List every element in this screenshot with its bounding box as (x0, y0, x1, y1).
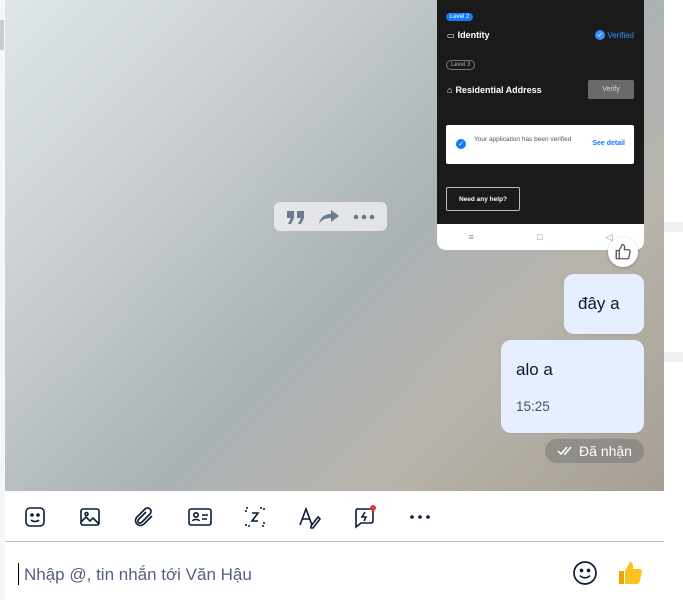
home-icon: ⌂ (447, 85, 453, 95)
image-icon[interactable] (76, 503, 104, 531)
like-reaction-button[interactable] (608, 237, 638, 267)
image-message[interactable]: Level 2 ▭ Identity ✓ Verified Level 3 ⌂ Re… (437, 0, 644, 250)
composer-toolbar (5, 491, 664, 542)
resize-handle[interactable] (0, 20, 4, 50)
verify-button: Verify (588, 80, 634, 99)
address-row: ⌂ Residential Address (447, 85, 542, 95)
attachment-icon[interactable] (130, 503, 158, 531)
quick-message-icon[interactable] (351, 503, 379, 531)
more-icon[interactable] (353, 214, 375, 220)
text-format-icon[interactable] (296, 503, 324, 531)
message-text: alo a (516, 360, 553, 379)
like-icon (615, 243, 631, 260)
forward-icon[interactable] (318, 209, 340, 225)
address-label: Residential Address (455, 85, 542, 95)
menu-icon: ≡ (468, 232, 474, 242)
status-label: Đã nhận (579, 443, 632, 459)
thumbs-up-icon[interactable] (614, 557, 646, 589)
check-icon: ✓ (595, 30, 606, 40)
identity-label: Identity (457, 30, 490, 40)
check-icon: ✓ (456, 139, 466, 149)
identity-row: ▭ Identity (447, 30, 490, 40)
verified-label: Verified (607, 30, 634, 40)
message-input[interactable] (22, 560, 546, 590)
screenshot-icon[interactable] (241, 503, 269, 531)
notice-text: Your application has been verified (474, 136, 572, 143)
quote-icon[interactable] (286, 209, 306, 225)
message-time: 15:25 (516, 399, 550, 414)
contact-card-icon[interactable] (186, 503, 214, 531)
double-check-icon (557, 446, 572, 456)
emoji-icon[interactable] (571, 559, 599, 587)
composer-input-row (5, 542, 664, 600)
level-3-badge: Level 3 (446, 60, 476, 70)
sticker-icon[interactable] (21, 503, 49, 531)
text-caret (18, 563, 19, 585)
delivery-status-badge: Đã nhận (545, 439, 644, 463)
message-actions-toolbar (274, 202, 387, 231)
more-options-icon[interactable] (406, 503, 434, 531)
gutter-mark (664, 222, 683, 232)
message-text: đây a (578, 294, 620, 313)
message-bubble[interactable]: đây a (564, 274, 644, 334)
message-bubble[interactable]: alo a 15:25 (501, 340, 644, 433)
right-gutter (664, 0, 683, 600)
see-detail-link: See detail (592, 140, 625, 147)
gutter-mark (664, 352, 683, 362)
verified-notice: ✓ Your application has been verified See… (446, 125, 634, 164)
level-2-badge: Level 2 (446, 13, 474, 21)
help-button: Need any help? (446, 187, 520, 211)
home-nav-icon: □ (536, 232, 543, 242)
verified-status: ✓ Verified (595, 30, 634, 40)
id-card-icon: ▭ (447, 31, 455, 40)
